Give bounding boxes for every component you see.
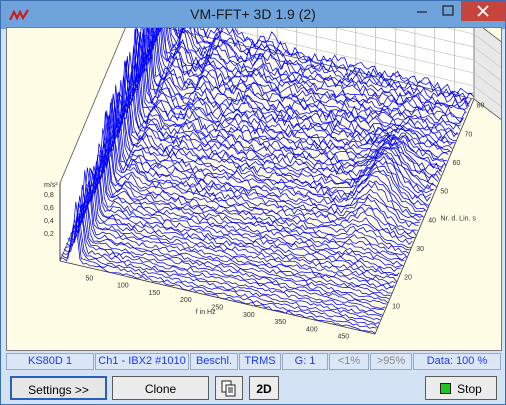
close-button[interactable]	[461, 1, 505, 21]
status-bar: KS80D 1 Ch1 - IBX2 #1010 Beschl. TRMS G:…	[6, 353, 501, 370]
x-tick-label: 50	[86, 275, 94, 282]
2d-view-button[interactable]: 2D	[249, 376, 279, 400]
x-tick-label: 350	[275, 319, 287, 326]
z-tick-label: 20	[404, 275, 412, 282]
minimize-button[interactable]	[409, 1, 435, 21]
y-axis-label: m/s²	[44, 182, 58, 189]
z-axis-label: Nr. d. Lin. s	[441, 216, 477, 223]
y-tick-label: 0,4	[44, 218, 54, 225]
x-tick-label: 450	[338, 334, 350, 341]
minimize-icon	[417, 11, 427, 13]
high-limit-status: >95%	[370, 353, 412, 370]
channel-status: Ch1 - IBX2 #1010	[95, 353, 189, 370]
stop-label: Stop	[457, 382, 482, 396]
title-bar: VM-FFT+ 3D 1.9 (2)	[1, 1, 505, 29]
copy-button[interactable]	[215, 376, 243, 400]
spectrum-line	[59, 224, 376, 334]
z-tick-label: 30	[416, 246, 424, 253]
stop-button[interactable]: Stop	[425, 376, 497, 400]
clone-button[interactable]: Clone	[112, 376, 209, 400]
maximize-icon	[442, 5, 454, 16]
waterfall-3d-plot: 0,8 0,6 0,4 0,2 m/s² 50 100 150 200 250 300 350 400 4…	[6, 27, 502, 351]
spectrum-line	[103, 93, 419, 228]
z-tick-label: 40	[428, 217, 436, 224]
x-tick-label: 100	[117, 283, 129, 290]
z-tick-label: 50	[440, 189, 448, 196]
mode-status: TRMS	[239, 353, 281, 370]
data-status: Data: 100 %	[413, 353, 501, 370]
sensor-status: KS80D 1	[6, 353, 94, 370]
x-axis-line	[59, 260, 376, 335]
maximize-button[interactable]	[435, 1, 461, 21]
spectrum-line	[70, 199, 386, 309]
x-tick-label: 400	[306, 326, 318, 333]
copy-icon	[221, 380, 236, 397]
z-tick-label: 80	[477, 103, 485, 110]
measure-status: Beschl.	[190, 353, 238, 370]
settings-button[interactable]: Settings >>	[10, 376, 107, 400]
z-tick-label: 10	[392, 303, 400, 310]
gain-status: G: 1	[282, 353, 328, 370]
x-axis-label: f in Hz	[196, 309, 216, 316]
toolbar: Settings >> Clone 2D Stop	[1, 373, 505, 404]
x-tick-label: 150	[149, 290, 161, 297]
z-tick-label: 70	[465, 131, 473, 138]
waterfall-canvas: 0,80,60,40,2m/s²501001502002503003504004…	[44, 28, 501, 341]
y-tick-label: 0,6	[44, 205, 54, 212]
z-tick-label: 60	[452, 160, 460, 167]
y-tick-label: 0,8	[44, 192, 54, 199]
app-window: VM-FFT+ 3D 1.9 (2) 0,8 0,6 0,4 0,2 m/s² 50 100…	[0, 0, 506, 405]
x-tick-label: 300	[243, 312, 255, 319]
low-limit-status: <1%	[329, 353, 369, 370]
x-tick-label: 200	[180, 297, 192, 304]
2d-view-label: 2D	[256, 382, 272, 396]
spectrum-line	[84, 154, 400, 276]
y-tick-label: 0,2	[44, 231, 54, 238]
stop-indicator-icon	[440, 383, 452, 394]
close-icon	[477, 5, 489, 17]
